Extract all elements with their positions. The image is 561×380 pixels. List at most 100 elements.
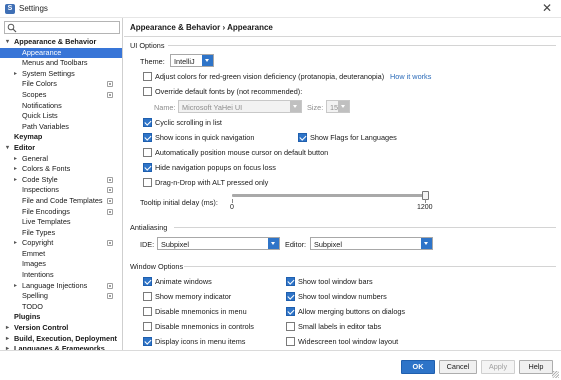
sidebar-item[interactable]: Appearance [0, 47, 122, 59]
collapse-arrow-icon[interactable]: ▸ [14, 164, 17, 175]
window-option-checkbox[interactable] [286, 307, 295, 316]
ok-button[interactable]: OK [401, 360, 435, 374]
theme-select[interactable]: IntelliJ [170, 54, 214, 67]
sidebar-item[interactable]: ▸ Copyright [0, 238, 122, 249]
ide-aa-select[interactable]: Subpixel [157, 237, 280, 250]
sidebar-item[interactable]: File Colors [0, 79, 122, 90]
window-option-label: Disable mnemonics in controls [155, 322, 254, 331]
sidebar-item[interactable]: ▸ Code Style [0, 175, 122, 186]
sidebar-item-label: Notifications [22, 100, 62, 110]
project-scope-icon [107, 293, 113, 300]
sidebar-item[interactable]: Quick Lists [0, 111, 122, 122]
chevron-down-icon [202, 55, 213, 66]
sidebar-item[interactable]: ▾ Appearance & Behavior [0, 37, 122, 48]
window-option-checkbox[interactable] [143, 292, 152, 301]
sidebar-item[interactable]: Menus and Toolbars [0, 58, 122, 69]
theme-value: IntelliJ [174, 56, 195, 66]
override-fonts-checkbox[interactable] [143, 87, 152, 96]
sidebar-item[interactable]: Path Variables [0, 122, 122, 133]
adjust-colors-checkbox[interactable] [143, 72, 152, 81]
window-option-checkbox[interactable] [143, 307, 152, 316]
sidebar-item[interactable]: File and Code Templates [0, 196, 122, 207]
sidebar-item[interactable]: TODO [0, 302, 122, 313]
sidebar-item-label: Editor [14, 142, 36, 152]
chevron-down-icon [268, 238, 279, 249]
collapse-arrow-icon[interactable]: ▸ [6, 334, 9, 345]
auto-mouse-checkbox[interactable] [143, 148, 152, 157]
sidebar-item[interactable]: File Types [0, 228, 122, 239]
sidebar-item[interactable]: ▸ Build, Execution, Deployment [0, 333, 122, 345]
window-option-checkbox[interactable] [286, 322, 295, 331]
drag-drop-checkbox[interactable] [143, 178, 152, 187]
sidebar-item-label: Colors & Fonts [22, 164, 71, 174]
window-option-checkbox[interactable] [143, 322, 152, 331]
expand-arrow-icon[interactable]: ▾ [6, 143, 9, 154]
window-option-label: Show tool window bars [298, 277, 373, 286]
collapse-arrow-icon[interactable]: ▸ [14, 238, 17, 249]
collapse-arrow-icon[interactable]: ▸ [14, 281, 17, 292]
help-button[interactable]: Help [519, 360, 553, 374]
window-option-checkbox[interactable] [286, 337, 295, 346]
window-option-checkbox[interactable] [286, 292, 295, 301]
font-name-value: Microsoft YaHei UI [182, 102, 243, 112]
hide-popups-checkbox[interactable] [143, 163, 152, 172]
sidebar-item[interactable]: Emmet [0, 248, 122, 260]
sidebar-item[interactable]: ▸ Version Control [0, 323, 122, 334]
how-it-works-link[interactable]: How it works [390, 72, 431, 81]
sidebar-item-label: Emmet [22, 248, 46, 258]
font-size-select[interactable]: 15 [326, 100, 350, 113]
window-option-checkbox[interactable] [143, 277, 152, 286]
sidebar-item[interactable]: ▸ General [0, 154, 122, 165]
collapse-arrow-icon[interactable]: ▸ [14, 154, 17, 165]
sidebar-item[interactable]: File Encodings [0, 207, 122, 218]
cyclic-scrolling-checkbox[interactable] [143, 118, 152, 127]
show-flags-checkbox[interactable] [298, 133, 307, 142]
window-option-checkbox[interactable] [286, 277, 295, 286]
show-icons-checkbox[interactable] [143, 133, 152, 142]
sidebar-item-label: Live Templates [22, 217, 71, 227]
sidebar-item[interactable]: ▸ Colors & Fonts [0, 164, 122, 175]
sidebar-item-label: Build, Execution, Deployment [14, 333, 117, 343]
collapse-arrow-icon[interactable]: ▸ [14, 175, 17, 186]
resize-grip[interactable] [552, 371, 559, 378]
sidebar-item-label: Intentions [22, 270, 54, 280]
sidebar-item[interactable]: Scopes [0, 90, 122, 101]
sidebar-item[interactable]: Notifications [0, 100, 122, 112]
adjust-colors-label: Adjust colors for red-green vision defic… [155, 72, 385, 81]
apply-button[interactable]: Apply [481, 360, 515, 374]
override-fonts-label: Override default fonts by (not recommend… [155, 87, 303, 96]
editor-aa-value: Subpixel [314, 239, 342, 249]
sidebar-item-label: Language Injections [22, 280, 88, 290]
window-option-label: Show tool window numbers [298, 292, 387, 301]
drag-drop-label: Drag-n-Drop with ALT pressed only [155, 178, 269, 187]
sidebar-item[interactable]: Live Templates [0, 217, 122, 228]
sidebar-item[interactable]: ▸ System Settings [0, 68, 122, 80]
search-box[interactable] [4, 21, 120, 34]
sidebar-item[interactable]: Intentions [0, 270, 122, 281]
font-name-select[interactable]: Microsoft YaHei UI [178, 100, 302, 113]
sidebar-item[interactable]: ▸ Language Injections [0, 280, 122, 292]
editor-aa-select[interactable]: Subpixel [310, 237, 433, 250]
window-option-label: Small labels in editor tabs [298, 322, 382, 331]
collapse-arrow-icon[interactable]: ▸ [6, 323, 9, 334]
tooltip-delay-slider-track[interactable] [232, 194, 426, 197]
collapse-arrow-icon[interactable]: ▸ [14, 69, 17, 80]
sidebar-item-label: Appearance [22, 47, 62, 57]
slider-min-label: 0 [230, 204, 234, 211]
sidebar-item[interactable]: Inspections [0, 185, 122, 196]
window-option-checkbox[interactable] [143, 337, 152, 346]
cancel-button[interactable]: Cancel [439, 360, 477, 374]
sidebar-item[interactable]: Spelling [0, 291, 122, 302]
close-icon[interactable]: ✕ [539, 1, 555, 16]
sidebar-item-label: Inspections [22, 185, 59, 195]
project-scope-icon [107, 91, 113, 98]
font-size-value: 15 [330, 102, 339, 112]
window-option-label: Show memory indicator [155, 292, 232, 301]
sidebar-item[interactable]: Images [0, 259, 122, 270]
search-input[interactable] [17, 22, 117, 33]
expand-arrow-icon[interactable]: ▾ [6, 37, 9, 48]
sidebar-item[interactable]: Keymap [0, 132, 122, 143]
sidebar-item[interactable]: Plugins [0, 312, 122, 323]
sidebar-item-label: System Settings [22, 68, 75, 78]
sidebar-item[interactable]: ▾ Editor [0, 142, 122, 154]
